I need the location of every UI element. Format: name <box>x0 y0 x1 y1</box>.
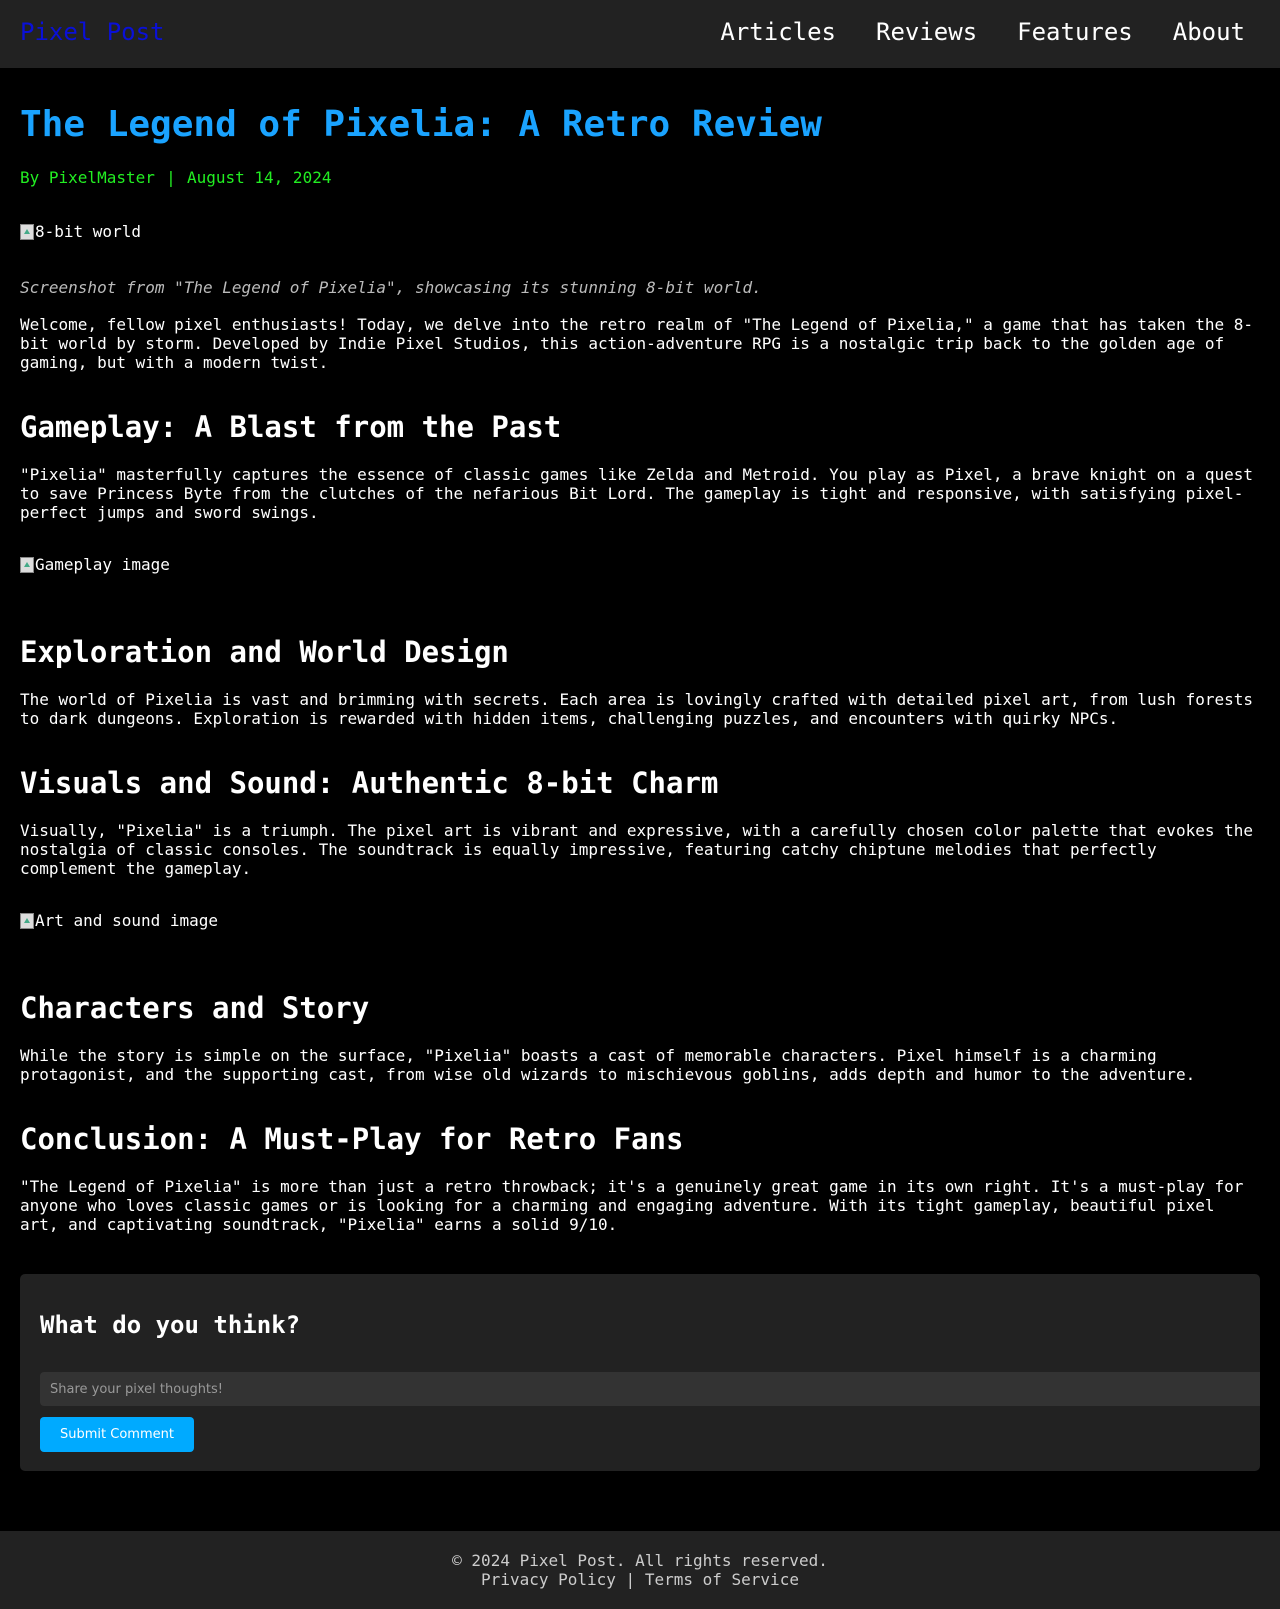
hero-image-caption: Screenshot from "The Legend of Pixelia",… <box>20 278 762 297</box>
submit-comment-button[interactable]: Submit Comment <box>40 1417 194 1452</box>
section-text-conclusion: "The Legend of Pixelia" is more than jus… <box>20 1177 1244 1234</box>
comment-input[interactable] <box>40 1372 1260 1406</box>
section-heading-exploration: Exploration and World Design <box>20 635 509 669</box>
nav-link-articles[interactable]: Articles <box>720 17 836 47</box>
section-heading-gameplay: Gameplay: A Blast from the Past <box>20 410 562 444</box>
comment-section: What do you think? Submit Comment <box>20 1274 1260 1471</box>
site-logo-link[interactable]: Pixel Post <box>20 17 165 47</box>
section-text-visuals: Visually, "Pixelia" is a triumph. The pi… <box>20 821 1253 878</box>
site-footer: © 2024 Pixel Post. All rights reserved. … <box>0 1531 1280 1609</box>
privacy-policy-link[interactable]: Privacy Policy <box>481 1570 616 1589</box>
gameplay-image: Gameplay image <box>20 555 170 575</box>
section-heading-characters: Characters and Story <box>20 991 370 1025</box>
article-byline: By PixelMaster | August 14, 2024 <box>20 168 331 188</box>
top-navigation-bar: Pixel Post Articles Reviews Features Abo… <box>0 0 1280 68</box>
intro-paragraph: Welcome, fellow pixel enthusiasts! Today… <box>20 315 1253 372</box>
terms-of-service-link[interactable]: Terms of Service <box>645 1570 799 1589</box>
gameplay-image-alt-text: Gameplay image <box>35 555 170 574</box>
section-text-gameplay: "Pixelia" masterfully captures the essen… <box>20 465 1253 522</box>
broken-image-icon <box>20 913 34 929</box>
art-sound-image-alt-text: Art and sound image <box>35 911 219 930</box>
byline-separator: | <box>166 168 176 187</box>
section-text-exploration: The world of Pixelia is vast and brimmin… <box>20 690 1253 728</box>
broken-image-icon <box>20 557 34 573</box>
byline-date: August 14, 2024 <box>186 168 332 187</box>
byline-author: By PixelMaster <box>20 168 155 187</box>
footer-copyright: © 2024 Pixel Post. All rights reserved. <box>452 1551 828 1570</box>
footer-links: Privacy Policy | Terms of Service <box>0 1570 1280 1589</box>
hero-image: 8-bit world <box>20 222 141 242</box>
section-text-characters: While the story is simple on the surface… <box>20 1046 1196 1084</box>
nav-link-features[interactable]: Features <box>1017 17 1133 47</box>
art-sound-image: Art and sound image <box>20 911 218 931</box>
section-heading-visuals: Visuals and Sound: Authentic 8-bit Charm <box>20 766 719 800</box>
footer-link-separator: | <box>625 1570 636 1589</box>
section-heading-conclusion: Conclusion: A Must-Play for Retro Fans <box>20 1122 684 1156</box>
main-nav: Articles Reviews Features About <box>720 17 1245 47</box>
comment-section-title: What do you think? <box>40 1311 301 1339</box>
hero-image-alt-text: 8-bit world <box>35 222 141 241</box>
article-title: The Legend of Pixelia: A Retro Review <box>20 104 822 145</box>
nav-link-reviews[interactable]: Reviews <box>876 17 977 47</box>
broken-image-icon <box>20 224 34 240</box>
nav-link-about[interactable]: About <box>1173 17 1245 47</box>
